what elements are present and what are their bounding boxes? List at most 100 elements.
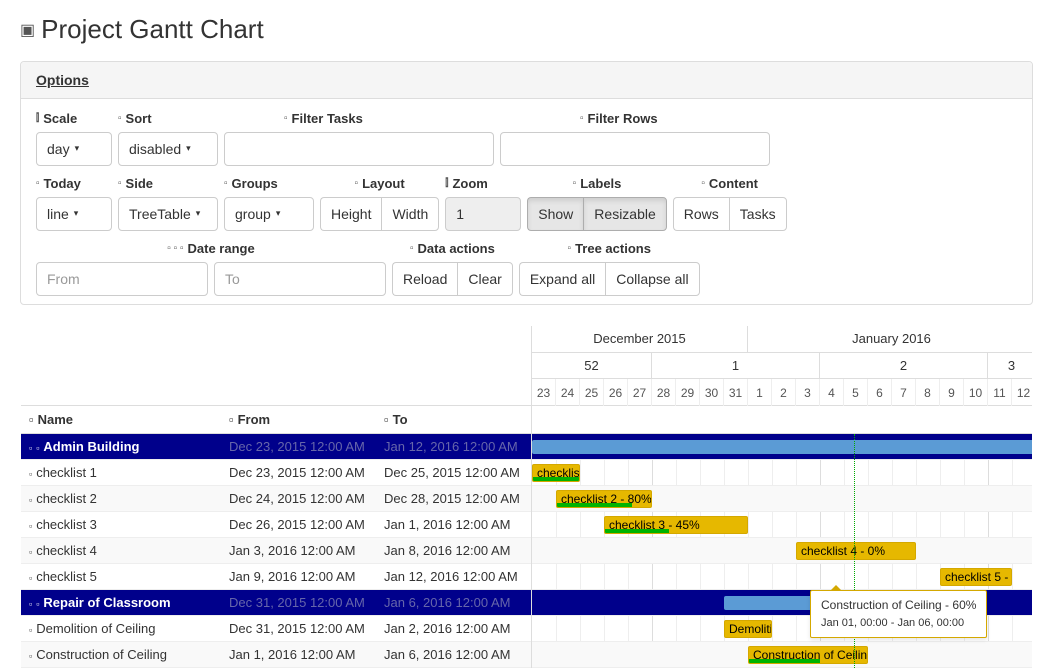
gantt-task-bar[interactable]: checklist 2 - 80% [556,490,652,508]
collapse-all-button[interactable]: Collapse all [605,262,699,296]
row-from: Jan 1, 2016 12:00 AM [221,647,376,662]
options-toggle[interactable]: Options [36,72,89,88]
clear-button[interactable]: Clear [457,262,512,296]
gantt-timeline-panel: December 2015January 2016 52123 23242526… [532,326,1032,668]
page-title: Project Gantt Chart [41,14,264,45]
gantt-row[interactable]: checklist 1 - 100% [532,460,1032,486]
content-tasks-button[interactable]: Tasks [729,197,787,231]
options-heading: Options [21,62,1032,99]
bullet-icon: ▫ [29,469,32,479]
gantt-task-bar[interactable]: Construction of Ceiling - 60% [748,646,868,664]
labels-show-button[interactable]: Show [527,197,583,231]
gantt-task-bar[interactable]: Demolition of Ceiling - 0% [724,620,772,638]
timeline-day: 6 [868,379,892,406]
tree-task-row[interactable]: ▫checklist 2Dec 24, 2015 12:00 AMDec 28,… [21,486,531,512]
timeline-month: December 2015 [532,326,748,352]
caret-down-icon: ▾ [74,208,79,220]
filter-rows-input[interactable] [500,132,770,166]
gantt-row[interactable]: checklist 4 - 0% [532,538,1032,564]
gantt-row[interactable]: Construction of Ceiling - 60% [532,642,1032,668]
gantt-timeline-header: December 2015January 2016 52123 23242526… [532,326,1032,406]
tree-task-row[interactable]: ▫checklist 1Dec 23, 2015 12:00 AMDec 25,… [21,460,531,486]
labels-label: Labels [580,176,621,191]
timeline-day: 30 [700,379,724,406]
gantt-tree-panel: ▫Name ▫From ▫To ▫▫Admin BuildingDec 23, … [21,326,532,668]
gantt-row[interactable]: checklist 5 - 0% [532,564,1032,590]
scale-select[interactable]: day▾ [36,132,112,166]
row-from: Dec 31, 2015 12:00 AM [221,621,376,636]
bullet-icon: ▫ [29,625,32,635]
layout-height-button[interactable]: Height [320,197,381,231]
tree-task-row[interactable]: ▫checklist 3Dec 26, 2015 12:00 AMJan 1, … [21,512,531,538]
tree-parent-row[interactable]: ▫▫Repair of ClassroomDec 31, 2015 12:00 … [21,590,531,616]
tree-task-row[interactable]: ▫Construction of CeilingJan 1, 2016 12:0… [21,642,531,668]
gantt-task-bar[interactable]: checklist 1 - 100% [532,464,580,482]
progress-bar [749,659,820,664]
row-name: Demolition of Ceiling [36,621,155,636]
reload-button[interactable]: Reload [392,262,457,296]
timeline-week: 2 [820,353,988,378]
gantt-row[interactable]: checklist 2 - 80% [532,486,1032,512]
row-from: Jan 3, 2016 12:00 AM [221,543,376,558]
filter-tasks-label: Filter Tasks [292,111,363,126]
gantt-parent-bar[interactable] [532,440,1032,454]
row-from: Dec 26, 2015 12:00 AM [221,517,376,532]
gantt-task-bar[interactable]: checklist 5 - 0% [940,568,1012,586]
expand-icon[interactable]: ▫ [36,443,39,453]
task-tooltip: Construction of Ceiling - 60% Jan 01, 00… [810,590,987,638]
side-label: Side [126,176,153,191]
timeline-month: January 2016 [748,326,1032,352]
content-rows-button[interactable]: Rows [673,197,729,231]
timeline-day: 27 [628,379,652,406]
column-icon: ▫ [229,412,234,427]
caret-down-icon: ▾ [75,143,80,155]
content-icon: ▫ [701,178,705,189]
timeline-day: 2 [772,379,796,406]
side-select[interactable]: TreeTable▾ [118,197,218,231]
caret-down-icon: ▾ [276,208,281,220]
options-panel: Options ⫿Scale day▾ ▫Sort disabled▾ ▫Fil… [20,61,1033,305]
gantt-task-bar[interactable]: checklist 3 - 45% [604,516,748,534]
tree-parent-row[interactable]: ▫▫Admin BuildingDec 23, 2015 12:00 AMJan… [21,434,531,460]
today-select[interactable]: line▾ [36,197,112,231]
layout-width-button[interactable]: Width [381,197,439,231]
row-name: checklist 1 [36,465,97,480]
gantt-row[interactable]: checklist 3 - 45% [532,512,1032,538]
timeline-day: 3 [796,379,820,406]
gantt-task-bar[interactable]: checklist 4 - 0% [796,542,916,560]
groups-select[interactable]: group▾ [224,197,314,231]
date-to-input[interactable] [214,262,386,296]
today-label: Today [44,176,81,191]
timeline-day: 29 [676,379,700,406]
timeline-day: 12 [1012,379,1032,406]
collapse-icon[interactable]: ▫ [29,599,32,609]
scale-label: Scale [43,111,77,126]
filter-tasks-input[interactable] [224,132,494,166]
date-from-input[interactable] [36,262,208,296]
filter-icon: ▫ [580,113,584,124]
tree-task-row[interactable]: ▫ Demolition of Ceiling Dec 31, 2015 12:00… [21,616,531,642]
content-label: Content [709,176,758,191]
expand-all-button[interactable]: Expand all [519,262,605,296]
collapse-icon[interactable]: ▫ [29,443,32,453]
groups-icon: ▫ [224,178,228,189]
timeline-day: 1 [748,379,772,406]
scale-icon: ⫿ [36,113,39,124]
tree-task-row[interactable]: ▫checklist 4Jan 3, 2016 12:00 AMJan 8, 2… [21,538,531,564]
data-actions-label: Data actions [418,241,495,256]
chart-icon: ▣ [20,20,35,40]
expand-icon[interactable]: ▫ [36,599,39,609]
tree-task-row[interactable]: ▫checklist 5Jan 9, 2016 12:00 AMJan 12, … [21,564,531,590]
gantt-body[interactable]: checklist 1 - 100% checklist 2 - 80% check… [532,434,1032,668]
row-name: Repair of Classroom [43,595,170,610]
timeline-day: 31 [724,379,748,406]
gantt-row[interactable] [532,434,1032,460]
sort-select[interactable]: disabled▾ [118,132,218,166]
controls-row-3: ▫ ▫ ▫Date range ▫Data actions Reload Cle… [36,241,1017,296]
timeline-day: 7 [892,379,916,406]
row-to: Jan 6, 2016 12:00 AM [376,647,531,662]
column-icon: ▫ [29,412,34,427]
timeline-day: 25 [580,379,604,406]
row-to: Dec 28, 2015 12:00 AM [376,491,531,506]
labels-resizable-button[interactable]: Resizable [583,197,666,231]
